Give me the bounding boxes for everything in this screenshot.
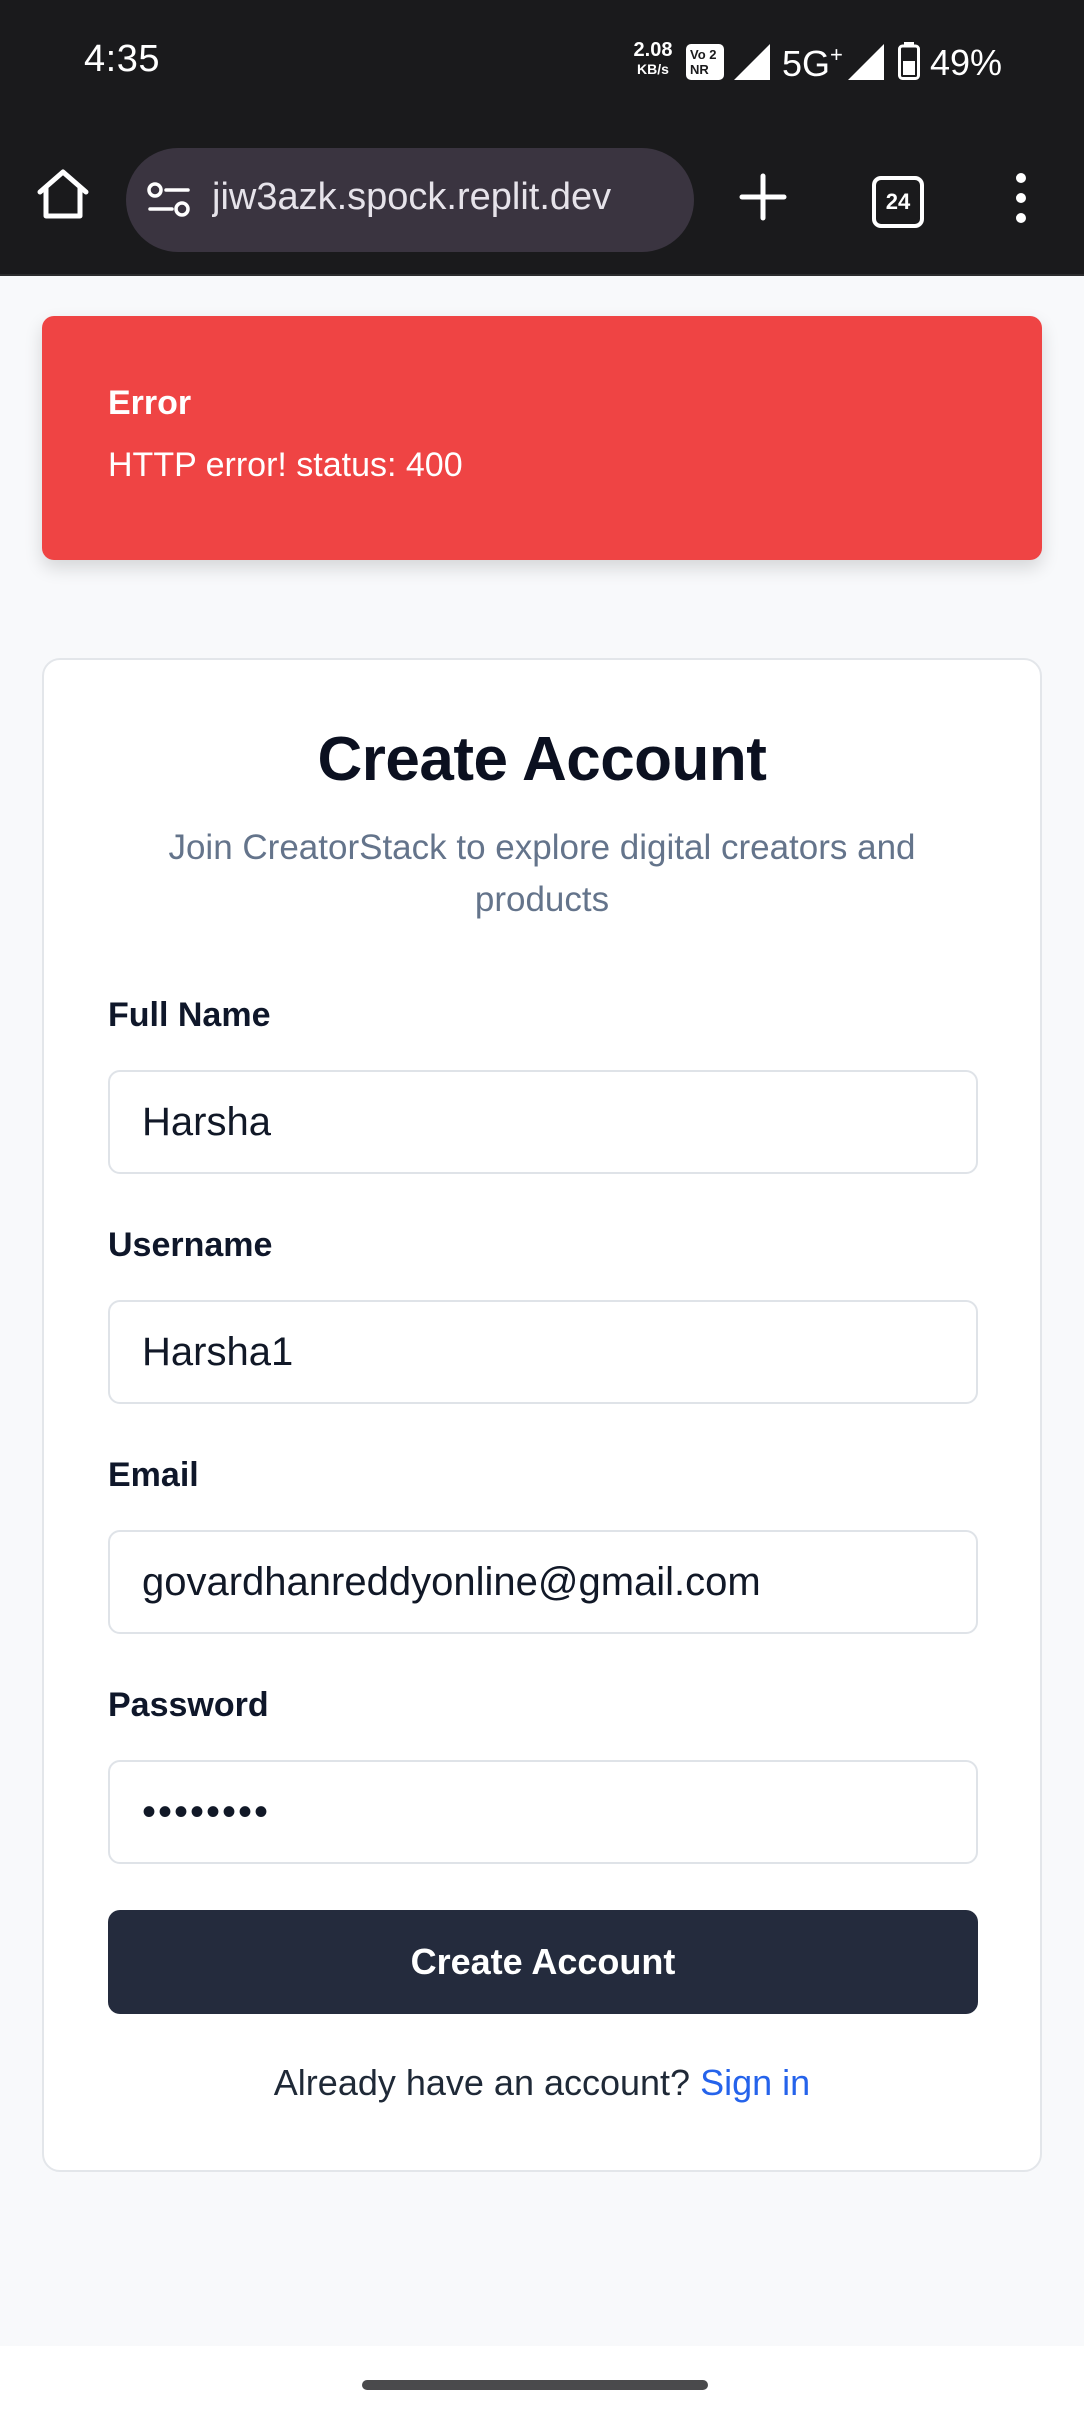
site-settings-icon[interactable] — [146, 180, 192, 220]
create-account-card: Create Account Join CreatorStack to expl… — [42, 658, 1042, 2172]
status-time: 4:35 — [84, 38, 160, 80]
navigation-bar — [0, 2346, 1084, 2412]
home-icon[interactable] — [34, 166, 92, 224]
email-input[interactable] — [108, 1530, 978, 1634]
status-bar: 4:35 2.08 KB/s Vo 2 NR 5G+ 49% — [0, 0, 1084, 126]
username-input[interactable] — [108, 1300, 978, 1404]
email-label: Email — [108, 1456, 199, 1494]
create-account-button[interactable]: Create Account — [108, 1910, 978, 2014]
network-type: 5G+ — [782, 42, 843, 84]
battery-percent: 49% — [930, 42, 1003, 83]
volte-icon: Vo 2 NR — [686, 44, 724, 80]
signin-prompt-text: Already have an account? — [273, 2062, 691, 2103]
tab-switcher-button[interactable]: 24 — [872, 176, 924, 228]
url-text[interactable]: jiw3azk.spock.replit.dev — [212, 176, 682, 219]
signin-link[interactable]: Sign in — [700, 2062, 810, 2103]
error-alert: Error HTTP error! status: 400 — [42, 316, 1042, 560]
signal-strength-icon — [734, 44, 770, 80]
network-speed-unit: KB/s — [637, 61, 669, 77]
password-input[interactable] — [108, 1760, 978, 1864]
error-title: Error — [108, 384, 192, 422]
error-message: HTTP error! status: 400 — [108, 446, 463, 484]
full-name-label: Full Name — [108, 996, 271, 1034]
address-bar[interactable]: jiw3azk.spock.replit.dev — [126, 148, 694, 252]
password-label: Password — [108, 1686, 269, 1724]
signal-strength-icon-2 — [848, 44, 884, 80]
gesture-handle[interactable] — [362, 2380, 708, 2390]
full-name-input[interactable] — [108, 1070, 978, 1174]
page-title: Create Account — [317, 725, 767, 794]
more-menu-icon[interactable] — [1006, 172, 1036, 224]
battery-icon — [898, 42, 920, 80]
network-speed-indicator: 2.08 KB/s — [628, 40, 678, 76]
page-subtitle: Join CreatorStack to explore digital cre… — [168, 828, 916, 919]
network-speed-value: 2.08 — [633, 39, 673, 61]
browser-toolbar: jiw3azk.spock.replit.dev 24 — [0, 126, 1084, 276]
username-label: Username — [108, 1226, 273, 1264]
new-tab-icon[interactable] — [738, 172, 788, 222]
signin-prompt: Already have an account? Sign in — [44, 2062, 1040, 2104]
